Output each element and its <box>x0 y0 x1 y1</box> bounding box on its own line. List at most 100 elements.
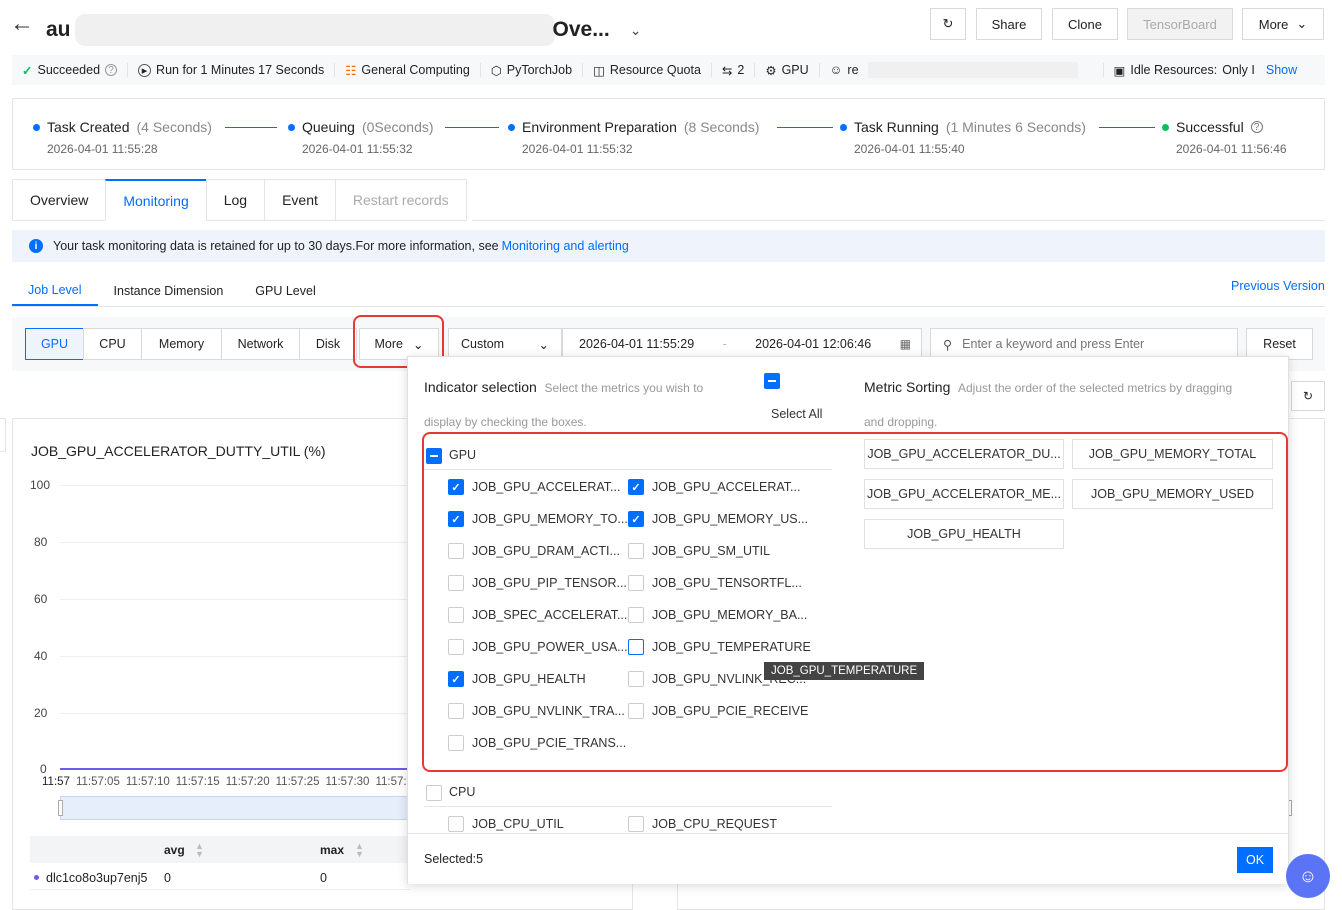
sort-icon[interactable]: ▲ ▼ <box>355 842 364 859</box>
page-title: au Ove... ⌄ <box>46 14 641 46</box>
play-circle-icon: ▸ <box>138 63 152 77</box>
max-value: 0 <box>320 871 327 885</box>
help-icon[interactable]: ? <box>105 64 118 76</box>
series-line <box>60 768 410 770</box>
tab-monitoring[interactable]: Monitoring <box>105 179 206 221</box>
help-icon[interactable]: ? <box>1250 121 1263 133</box>
metric-network[interactable]: Network <box>221 328 300 360</box>
series-name: dlc1co8o3up7enj5 <box>46 871 148 885</box>
clone-button[interactable]: Clone <box>1052 8 1118 40</box>
indicator-hint-1: Select the metrics you wish to <box>544 381 704 395</box>
user-icon: ☺ <box>829 63 843 77</box>
tab-overview[interactable]: Overview <box>12 179 106 221</box>
sort-icon[interactable]: ▲ ▼ <box>195 842 204 859</box>
back-arrow-icon[interactable]: ← <box>10 10 34 38</box>
option-label[interactable]: JOB_CPU_UTIL <box>472 817 564 831</box>
metric-gpu[interactable]: GPU <box>25 328 84 360</box>
group-divider <box>424 806 832 807</box>
show-link[interactable]: Show <box>1266 63 1297 77</box>
x-axis: 11:57 11:57:05 11:57:10 11:57:15 11:57:2… <box>42 776 419 788</box>
option-checkbox[interactable] <box>628 816 644 832</box>
col-max[interactable]: max <box>320 843 344 857</box>
col-avg[interactable]: avg <box>164 843 185 857</box>
calendar-icon: ▣ <box>1113 63 1126 78</box>
tab-job-level[interactable]: Job Level <box>12 275 98 306</box>
tab-gpu-level[interactable]: GPU Level <box>239 275 331 306</box>
step-name: Task Running <box>854 119 939 135</box>
chevron-down-icon[interactable]: ⌄ <box>630 22 642 39</box>
y-tick: 100 <box>30 478 51 492</box>
resource-text: Resource Quota <box>609 63 701 77</box>
chevron-down-icon: ⌄ <box>1296 16 1308 31</box>
user-redaction <box>867 62 1078 78</box>
step-dot <box>288 123 295 131</box>
metric-disk[interactable]: Disk <box>299 328 357 360</box>
left-edge-card <box>0 418 6 452</box>
calendar-icon: ▦ <box>899 337 911 351</box>
info-icon: i <box>29 239 43 253</box>
more-label: More <box>1258 16 1289 32</box>
tab-log[interactable]: Log <box>205 179 265 221</box>
share-button[interactable]: Share <box>976 8 1042 40</box>
tensorboard-button[interactable]: TensorBoard <box>1127 8 1233 40</box>
cpu-group-label: CPU <box>449 785 476 799</box>
step-connector <box>777 127 833 128</box>
tab-event[interactable]: Event <box>264 179 335 221</box>
step-time: 2026-04-01 11:55:40 <box>854 142 965 156</box>
monitoring-link[interactable]: Monitoring and alerting <box>502 239 629 253</box>
zoom-handle[interactable] <box>58 800 63 816</box>
grid-line <box>60 485 410 486</box>
y-tick: 0 <box>40 762 47 776</box>
x-tick: 11:57:25 <box>275 776 320 788</box>
idle-value: Only I <box>1222 63 1255 77</box>
assistant-icon[interactable]: ☺ <box>1286 854 1330 898</box>
task-timeline: Task Created (4 Seconds) 2026-04-01 11:55:… <box>12 98 1325 170</box>
step-dot <box>33 123 40 131</box>
option-label[interactable]: JOB_CPU_REQUEST <box>652 817 777 831</box>
legend-dot <box>34 875 39 880</box>
runtime-text: Run for 1 Minutes 17 Seconds <box>156 63 325 77</box>
option-checkbox[interactable] <box>448 816 464 832</box>
previous-version-link[interactable]: Previous Version <box>1231 279 1325 293</box>
y-tick: 80 <box>34 535 48 549</box>
step-duration: (4 Seconds) <box>136 119 212 135</box>
nodes-text: 2 <box>737 63 745 77</box>
chart-refresh-button[interactable]: ↻ <box>1291 381 1325 411</box>
cpu-group-checkbox[interactable] <box>426 785 442 801</box>
step-connector <box>445 127 499 128</box>
gpu-text: GPU <box>781 63 809 77</box>
search-input[interactable] <box>962 337 1223 351</box>
chevron-down-icon: ⌄ <box>538 337 549 352</box>
indicator-header: Indicator selection Select the metrics y… <box>424 371 744 439</box>
title-suffix: Ove... <box>552 18 610 41</box>
status-text: Succeeded <box>37 63 101 77</box>
database-icon: ◫ <box>593 63 605 78</box>
ok-button[interactable]: OK <box>1237 847 1273 873</box>
compute-icon: ☷ <box>345 63 357 78</box>
select-all-label[interactable]: Select All <box>771 407 822 421</box>
chart-title: JOB_GPU_ACCELERATOR_DUTTY_UTIL (%) <box>31 443 326 459</box>
step-env-prep: Environment Preparation (8 Seconds) 2026-0… <box>508 119 759 156</box>
selected-count: Selected:5 <box>424 852 484 866</box>
step-dot <box>508 123 515 131</box>
zoom-slider[interactable] <box>60 796 410 820</box>
refresh-button[interactable]: ↻ <box>930 8 966 40</box>
status-bar: ✓ Succeeded? ▸ Run for 1 Minutes 17 Second… <box>12 55 1325 85</box>
chip-icon: ⚙ <box>765 63 777 78</box>
step-task-created: Task Created (4 Seconds) 2026-04-01 11:55:… <box>33 119 212 156</box>
status-resource: ◫ Resource Quota <box>583 63 712 78</box>
main-tabs: Overview Monitoring Log Event Restart re… <box>12 179 467 221</box>
info-text: Your task monitoring data is retained fo… <box>53 239 499 253</box>
indicator-title: Indicator selection <box>424 379 537 395</box>
x-tick: 11:57:15 <box>175 776 220 788</box>
tab-instance-dimension[interactable]: Instance Dimension <box>98 275 240 306</box>
metric-memory[interactable]: Memory <box>141 328 222 360</box>
popup-footer: Selected:5 OK <box>408 833 1288 884</box>
metric-cpu[interactable]: CPU <box>83 328 142 360</box>
check-icon: ✓ <box>22 63 33 78</box>
more-button[interactable]: More ⌄ <box>1242 8 1324 40</box>
step-dot <box>1162 123 1169 131</box>
select-all-checkbox[interactable] <box>764 373 780 389</box>
status-succeeded: ✓ Succeeded? <box>12 63 129 78</box>
tab-restart-records[interactable]: Restart records <box>334 179 467 221</box>
